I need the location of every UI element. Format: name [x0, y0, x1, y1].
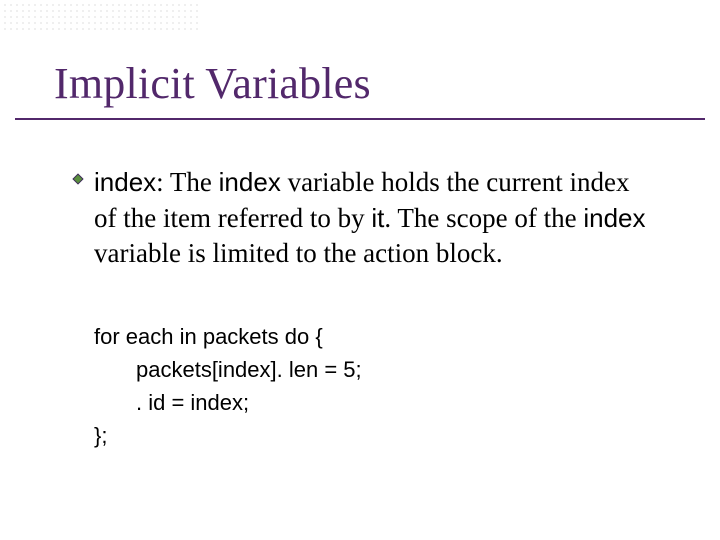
code-line: packets[index]. len = 5;: [94, 353, 654, 386]
code-line: . id = index;: [94, 386, 654, 419]
keyword-index-label: index: [94, 167, 156, 197]
bullet-paragraph: index: The index variable holds the curr…: [94, 165, 654, 272]
slide-title: Implicit Variables: [54, 58, 371, 109]
slide: Implicit Variables index: The index vari…: [0, 0, 720, 540]
decorative-dotgrid: [0, 0, 200, 34]
text-part: variable is limited to the action block.: [94, 238, 503, 268]
keyword-index: index: [583, 203, 645, 233]
code-line: };: [94, 419, 654, 452]
separator: :: [156, 167, 170, 197]
title-underline: [15, 118, 705, 120]
text-part: The: [170, 167, 219, 197]
text-part: . The scope of the: [384, 203, 583, 233]
keyword-index: index: [219, 167, 281, 197]
code-block: for each in packets do { packets[index].…: [94, 320, 654, 452]
diamond-bullet-icon: [72, 173, 84, 185]
keyword-it: it: [371, 203, 384, 233]
code-line: for each in packets do {: [94, 320, 654, 353]
